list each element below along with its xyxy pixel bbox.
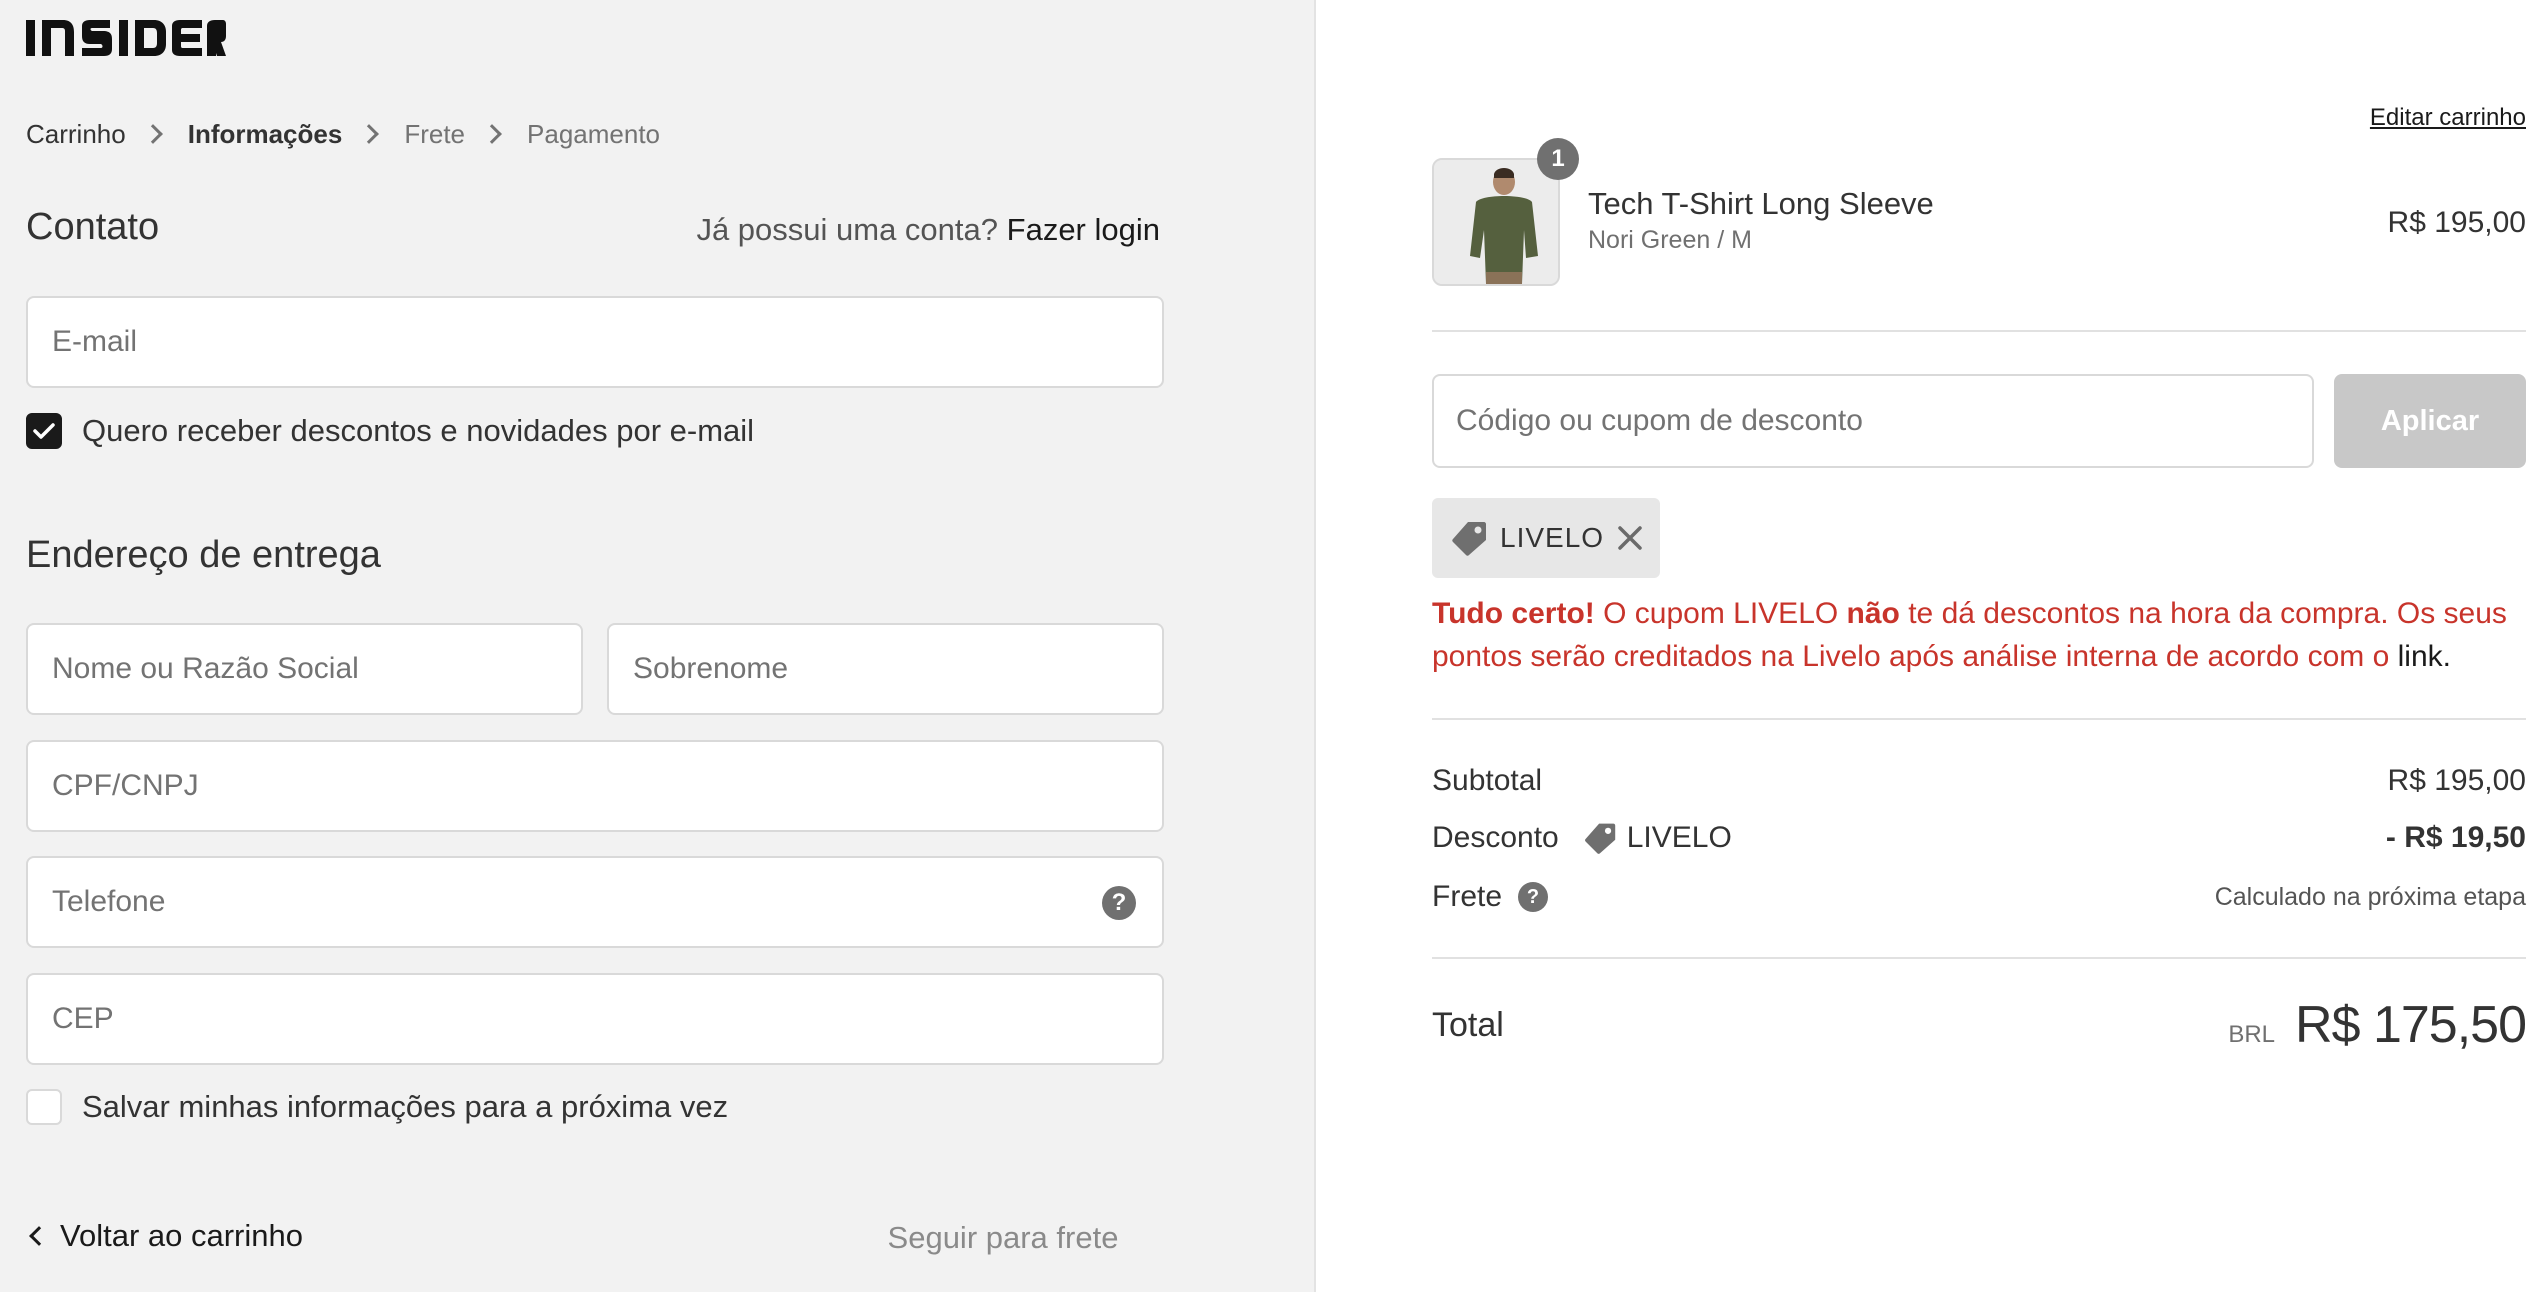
total-row: Total BRL R$ 175,50: [1432, 990, 2527, 1060]
chevron-left-icon: [29, 1226, 49, 1246]
chevron-right-icon: [142, 124, 163, 144]
coupon-field: [1432, 374, 2314, 468]
zip-input[interactable]: [28, 975, 1162, 1063]
product-name: Tech T-Shirt Long Sleeve: [1588, 186, 1934, 221]
chevron-right-icon: [482, 124, 502, 144]
shipping-row: Frete ? Calculado na próxima etapa: [1432, 877, 2526, 917]
phone-field: ?: [26, 856, 1164, 948]
notice-part1: O cupom LIVELO: [1594, 597, 1847, 630]
email-input[interactable]: [28, 298, 1162, 386]
shipping-section-title: Endereço de entrega: [26, 534, 381, 576]
checkout-form-panel: Carrinho Informações Frete Pagamento Con…: [0, 0, 1316, 1292]
coupon-input[interactable]: [1434, 376, 2312, 466]
check-icon: [33, 423, 55, 439]
first-name-field: [26, 623, 583, 715]
edit-cart-link[interactable]: Editar carrinho: [2370, 104, 2526, 132]
divider: [1432, 718, 2526, 720]
insider-logo[interactable]: [26, 18, 226, 76]
discount-row: Desconto LIVELO - R$ 19,50: [1432, 818, 2526, 858]
question-icon[interactable]: ?: [1518, 882, 1549, 912]
last-name-field: [607, 623, 1164, 715]
login-hint: Já possui uma conta? Fazer login: [696, 212, 1160, 248]
shipping-value: Calculado na próxima etapa: [2214, 882, 2526, 911]
document-input[interactable]: [28, 742, 1162, 830]
phone-input[interactable]: [28, 858, 1162, 946]
subtotal-row: Subtotal R$ 195,00: [1432, 761, 2526, 801]
zip-field: [26, 973, 1164, 1065]
login-link[interactable]: Fazer login: [1007, 212, 1160, 247]
breadcrumb-cart[interactable]: Carrinho: [26, 119, 126, 150]
shipping-label: Frete: [1432, 880, 1503, 913]
notice-link[interactable]: link.: [2398, 640, 2451, 673]
newsletter-option[interactable]: Quero receber descontos e novidades por …: [26, 413, 754, 449]
continue-to-shipping-button[interactable]: Seguir para frete: [872, 1208, 1134, 1268]
coupon-notice: Tudo certo! O cupom LIVELO não te dá des…: [1432, 592, 2526, 678]
close-icon[interactable]: [1616, 524, 1644, 552]
breadcrumb: Carrinho Informações Frete Pagamento: [26, 114, 660, 154]
back-to-cart-link[interactable]: Voltar ao carrinho: [26, 1218, 303, 1254]
discount-value: - R$ 19,50: [2385, 821, 2526, 854]
email-field: [26, 296, 1164, 388]
back-to-cart-label: Voltar ao carrinho: [60, 1218, 303, 1253]
product-thumbnail: [1432, 158, 1560, 286]
newsletter-checkbox[interactable]: [26, 413, 62, 449]
total-amount: R$ 175,50: [2295, 996, 2527, 1054]
subtotal-label: Subtotal: [1432, 764, 1543, 797]
subtotal-value: R$ 195,00: [2387, 764, 2526, 797]
document-field: [26, 740, 1164, 832]
contact-section-title: Contato: [26, 206, 160, 248]
save-info-checkbox[interactable]: [26, 1089, 62, 1125]
tag-icon: [1452, 522, 1486, 556]
login-prompt: Já possui uma conta?: [696, 212, 999, 247]
order-summary-panel: Editar carrinho 1 Tech T-Shirt Long Slee…: [1318, 0, 2548, 1292]
notice-bold: não: [1846, 597, 1900, 630]
coupon-code-label: LIVELO: [1500, 522, 1605, 553]
quantity-badge: 1: [1537, 138, 1579, 180]
apply-coupon-button[interactable]: Aplicar: [2334, 374, 2526, 468]
first-name-input[interactable]: [28, 625, 581, 713]
tag-icon: [1584, 823, 1615, 854]
last-name-input[interactable]: [609, 625, 1162, 713]
divider: [1432, 330, 2526, 332]
save-info-option[interactable]: Salvar minhas informações para a próxima…: [26, 1089, 728, 1125]
save-info-label: Salvar minhas informações para a próxima…: [82, 1089, 729, 1124]
applied-coupon-chip: LIVELO: [1432, 498, 1660, 578]
notice-strong: Tudo certo!: [1432, 597, 1595, 630]
divider: [1432, 957, 2526, 959]
discount-code: LIVELO: [1626, 821, 1732, 854]
breadcrumb-payment: Pagamento: [527, 118, 660, 149]
currency-code: BRL: [2228, 1021, 2276, 1048]
question-icon[interactable]: ?: [1102, 886, 1136, 920]
chevron-right-icon: [359, 124, 380, 144]
breadcrumb-information: Informações: [187, 118, 343, 149]
breadcrumb-shipping: Frete: [404, 118, 466, 149]
discount-label: Desconto: [1432, 821, 1559, 854]
product-variant: Nori Green / M: [1588, 226, 1752, 254]
total-label: Total: [1432, 1005, 1504, 1044]
newsletter-label: Quero receber descontos e novidades por …: [82, 413, 755, 448]
product-price: R$ 195,00: [2387, 206, 2526, 239]
